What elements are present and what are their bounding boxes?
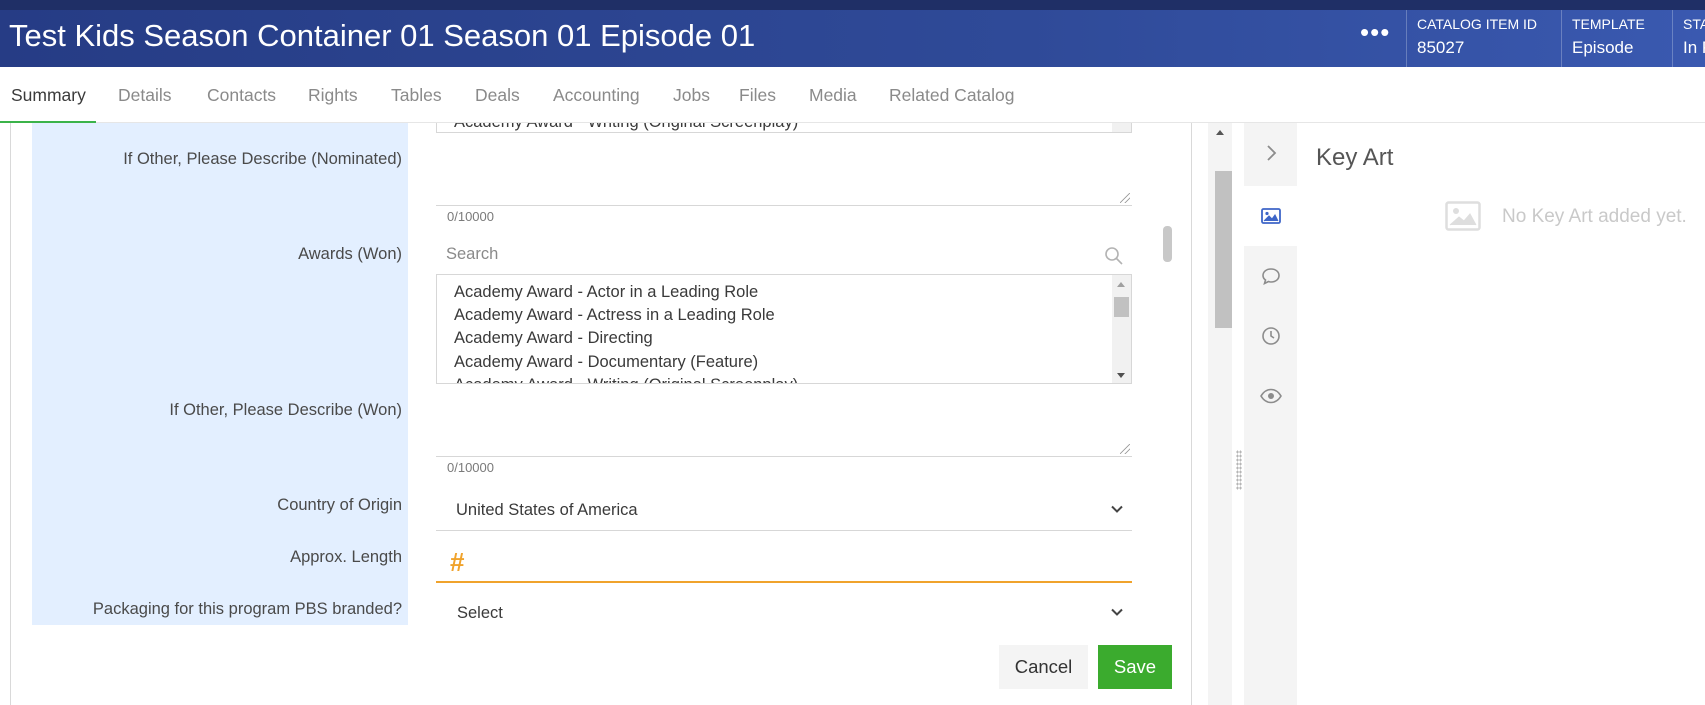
select-value: United States of America: [456, 501, 638, 519]
comment-icon: [1261, 268, 1280, 285]
panel-title: Key Art: [1316, 144, 1394, 171]
tab-jobs[interactable]: Jobs: [662, 67, 721, 123]
save-button[interactable]: Save: [1098, 645, 1172, 689]
scroll-down-arrow-icon[interactable]: [1117, 373, 1125, 378]
awards-won-listbox[interactable]: Academy Award - Actor in a Leading Role …: [436, 275, 1132, 384]
tab-details[interactable]: Details: [107, 67, 183, 123]
clock-icon: [1261, 327, 1280, 345]
list-item[interactable]: Academy Award - Directing: [454, 329, 653, 348]
meta-template: TEMPLATE Episode: [1561, 10, 1672, 67]
list-item[interactable]: Academy Award - Writing (Original Screen…: [454, 376, 798, 383]
nominated-other-textarea[interactable]: [436, 133, 1132, 206]
tab-related-catalog[interactable]: Related Catalog: [878, 67, 1026, 123]
watchers-tab-button[interactable]: [1244, 366, 1297, 426]
tab-media[interactable]: Media: [798, 67, 868, 123]
tab-summary[interactable]: Summary: [0, 67, 96, 123]
panel-resize-handle[interactable]: [1236, 450, 1242, 490]
meta-value: 85027: [1417, 38, 1465, 57]
won-other-label: If Other, Please Describe (Won): [169, 401, 402, 419]
meta-value: Episode: [1572, 38, 1634, 57]
hash-icon: #: [450, 547, 465, 577]
approx-length-label: Approx. Length: [290, 548, 402, 566]
country-label: Country of Origin: [277, 496, 402, 514]
listbox-scrollbar[interactable]: [1112, 275, 1131, 383]
chevron-down-icon: [1111, 505, 1123, 513]
more-options-button[interactable]: •••: [1360, 19, 1390, 50]
character-counter: 0/10000: [447, 209, 494, 224]
country-select[interactable]: United States of America: [436, 489, 1132, 531]
scroll-thumb[interactable]: [1215, 171, 1232, 328]
key-art-panel: Key Art No Key Art added yet.: [1297, 123, 1705, 705]
listbox-scrollbar[interactable]: [1112, 123, 1131, 132]
eye-icon: [1259, 388, 1282, 404]
app-header: Test Kids Season Container 01 Season 01 …: [0, 0, 1705, 67]
character-counter: 0/10000: [447, 460, 494, 475]
nominated-other-label: If Other, Please Describe (Nominated): [123, 150, 402, 168]
tab-deals[interactable]: Deals: [464, 67, 531, 123]
list-item[interactable]: Academy Award - Actor in a Leading Role: [454, 283, 758, 302]
header-top-strip: [0, 0, 1705, 10]
meta-label: STA: [1683, 16, 1705, 32]
collapse-panel-button[interactable]: [1244, 123, 1297, 183]
main-scrollbar[interactable]: [1208, 123, 1232, 705]
scroll-up-arrow-icon[interactable]: [1117, 282, 1125, 287]
scroll-thumb[interactable]: [1114, 297, 1129, 317]
list-item[interactable]: Academy Award - Actress in a Leading Rol…: [454, 306, 775, 325]
form-scroll-thumb[interactable]: [1163, 226, 1172, 262]
awards-won-label: Awards (Won): [298, 245, 402, 263]
chevron-right-icon: [1266, 145, 1276, 161]
tab-contacts[interactable]: Contacts: [196, 67, 287, 123]
tab-accounting[interactable]: Accounting: [542, 67, 651, 123]
tab-tables[interactable]: Tables: [380, 67, 453, 123]
history-tab-button[interactable]: [1244, 306, 1297, 366]
image-placeholder-icon: [1445, 201, 1481, 231]
tab-files[interactable]: Files: [728, 67, 787, 123]
pbs-branded-label: Packaging for this program PBS branded?: [92, 600, 402, 618]
resize-handle-icon[interactable]: [1120, 193, 1130, 203]
scroll-up-arrow-icon[interactable]: [1216, 130, 1224, 135]
resize-handle-icon[interactable]: [1120, 444, 1130, 454]
key-art-tab-button[interactable]: [1244, 186, 1297, 246]
page-title: Test Kids Season Container 01 Season 01 …: [9, 18, 756, 53]
image-icon: [1260, 208, 1281, 224]
meta-label: TEMPLATE: [1572, 16, 1645, 32]
meta-value: In P: [1683, 38, 1705, 57]
tab-bar: Summary Details Contacts Rights Tables D…: [0, 67, 1705, 123]
empty-state-text: No Key Art added yet.: [1502, 206, 1687, 227]
pbs-branded-select[interactable]: Select: [436, 592, 1132, 634]
select-value: Select: [457, 604, 503, 622]
list-item[interactable]: Academy Award - Documentary (Feature): [454, 353, 758, 372]
cancel-button[interactable]: Cancel: [999, 645, 1088, 689]
chevron-down-icon: [1111, 608, 1123, 616]
awards-won-search: [436, 237, 1132, 275]
meta-catalog-item-id: CATALOG ITEM ID 85027: [1406, 10, 1561, 67]
list-item[interactable]: Academy Award - Writing (Original Screen…: [454, 123, 798, 132]
comments-tab-button[interactable]: [1244, 246, 1297, 306]
meta-label: CATALOG ITEM ID: [1417, 16, 1538, 32]
meta-status: STA In P: [1672, 10, 1705, 67]
side-panel-rail: [1244, 123, 1297, 705]
tab-rights[interactable]: Rights: [297, 67, 369, 123]
awards-nominated-listbox[interactable]: Academy Award - Writing (Original Screen…: [436, 123, 1132, 133]
approx-length-input[interactable]: #: [436, 541, 1132, 583]
search-input[interactable]: [446, 245, 1046, 264]
won-other-textarea[interactable]: [436, 384, 1132, 457]
search-icon[interactable]: [1104, 246, 1124, 266]
